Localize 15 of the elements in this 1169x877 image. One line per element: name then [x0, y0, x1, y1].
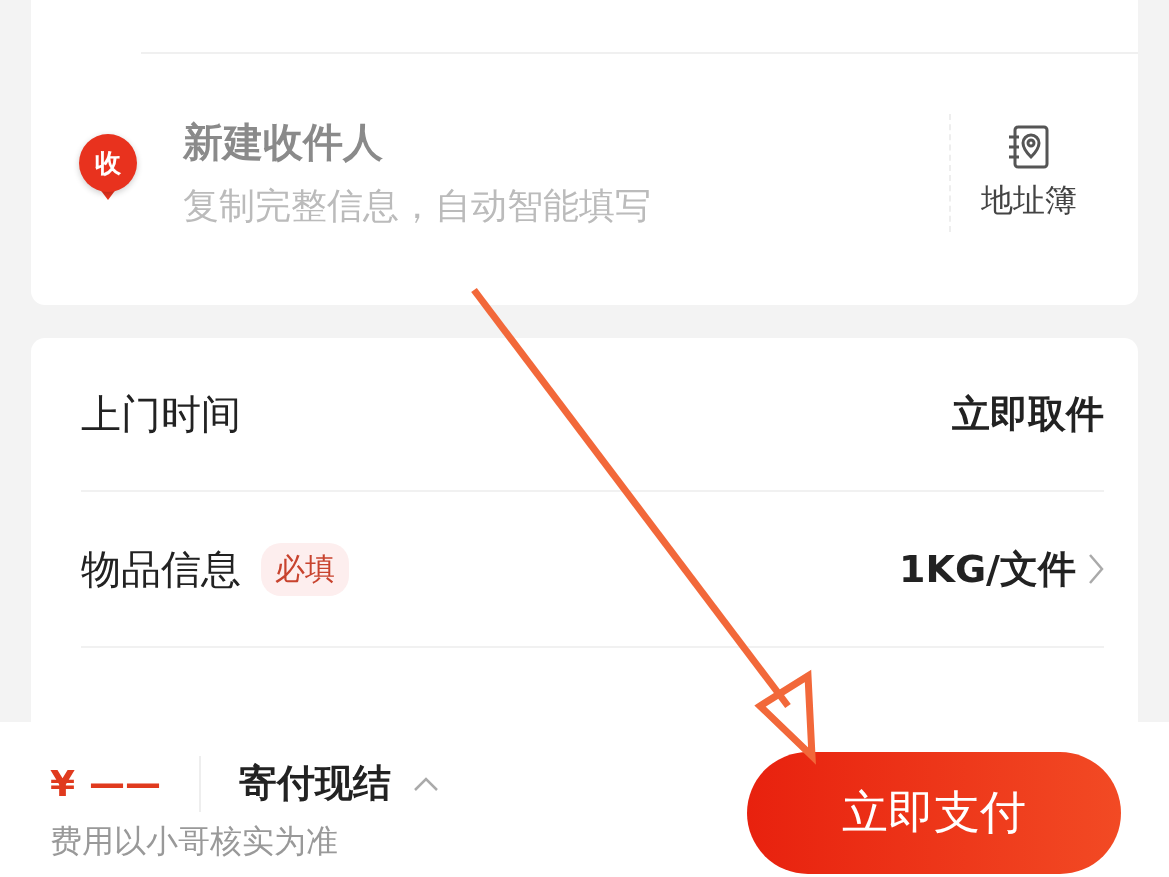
payment-method[interactable]: 寄付现结: [239, 758, 392, 809]
chevron-right-icon: [1088, 553, 1104, 585]
row-label: 上门时间: [81, 389, 241, 439]
recipient-hint: 复制完整信息，自动智能填写: [183, 184, 652, 228]
recipient-badge: 收: [79, 134, 137, 192]
address-book-button[interactable]: 地址簿: [981, 123, 1077, 223]
currency-symbol: ¥: [50, 763, 76, 804]
price-text: ——: [89, 763, 162, 804]
row-value[interactable]: 1KG/文件: [899, 543, 1076, 595]
fee-note: 费用以小哥核实为准: [50, 820, 339, 862]
required-tag: 必填: [261, 542, 349, 596]
row-label: 物品信息: [81, 544, 241, 594]
pay-button[interactable]: 立即支付: [747, 751, 1121, 874]
row-value: 立即取件: [952, 390, 1104, 438]
caret-up-icon[interactable]: [413, 775, 440, 792]
